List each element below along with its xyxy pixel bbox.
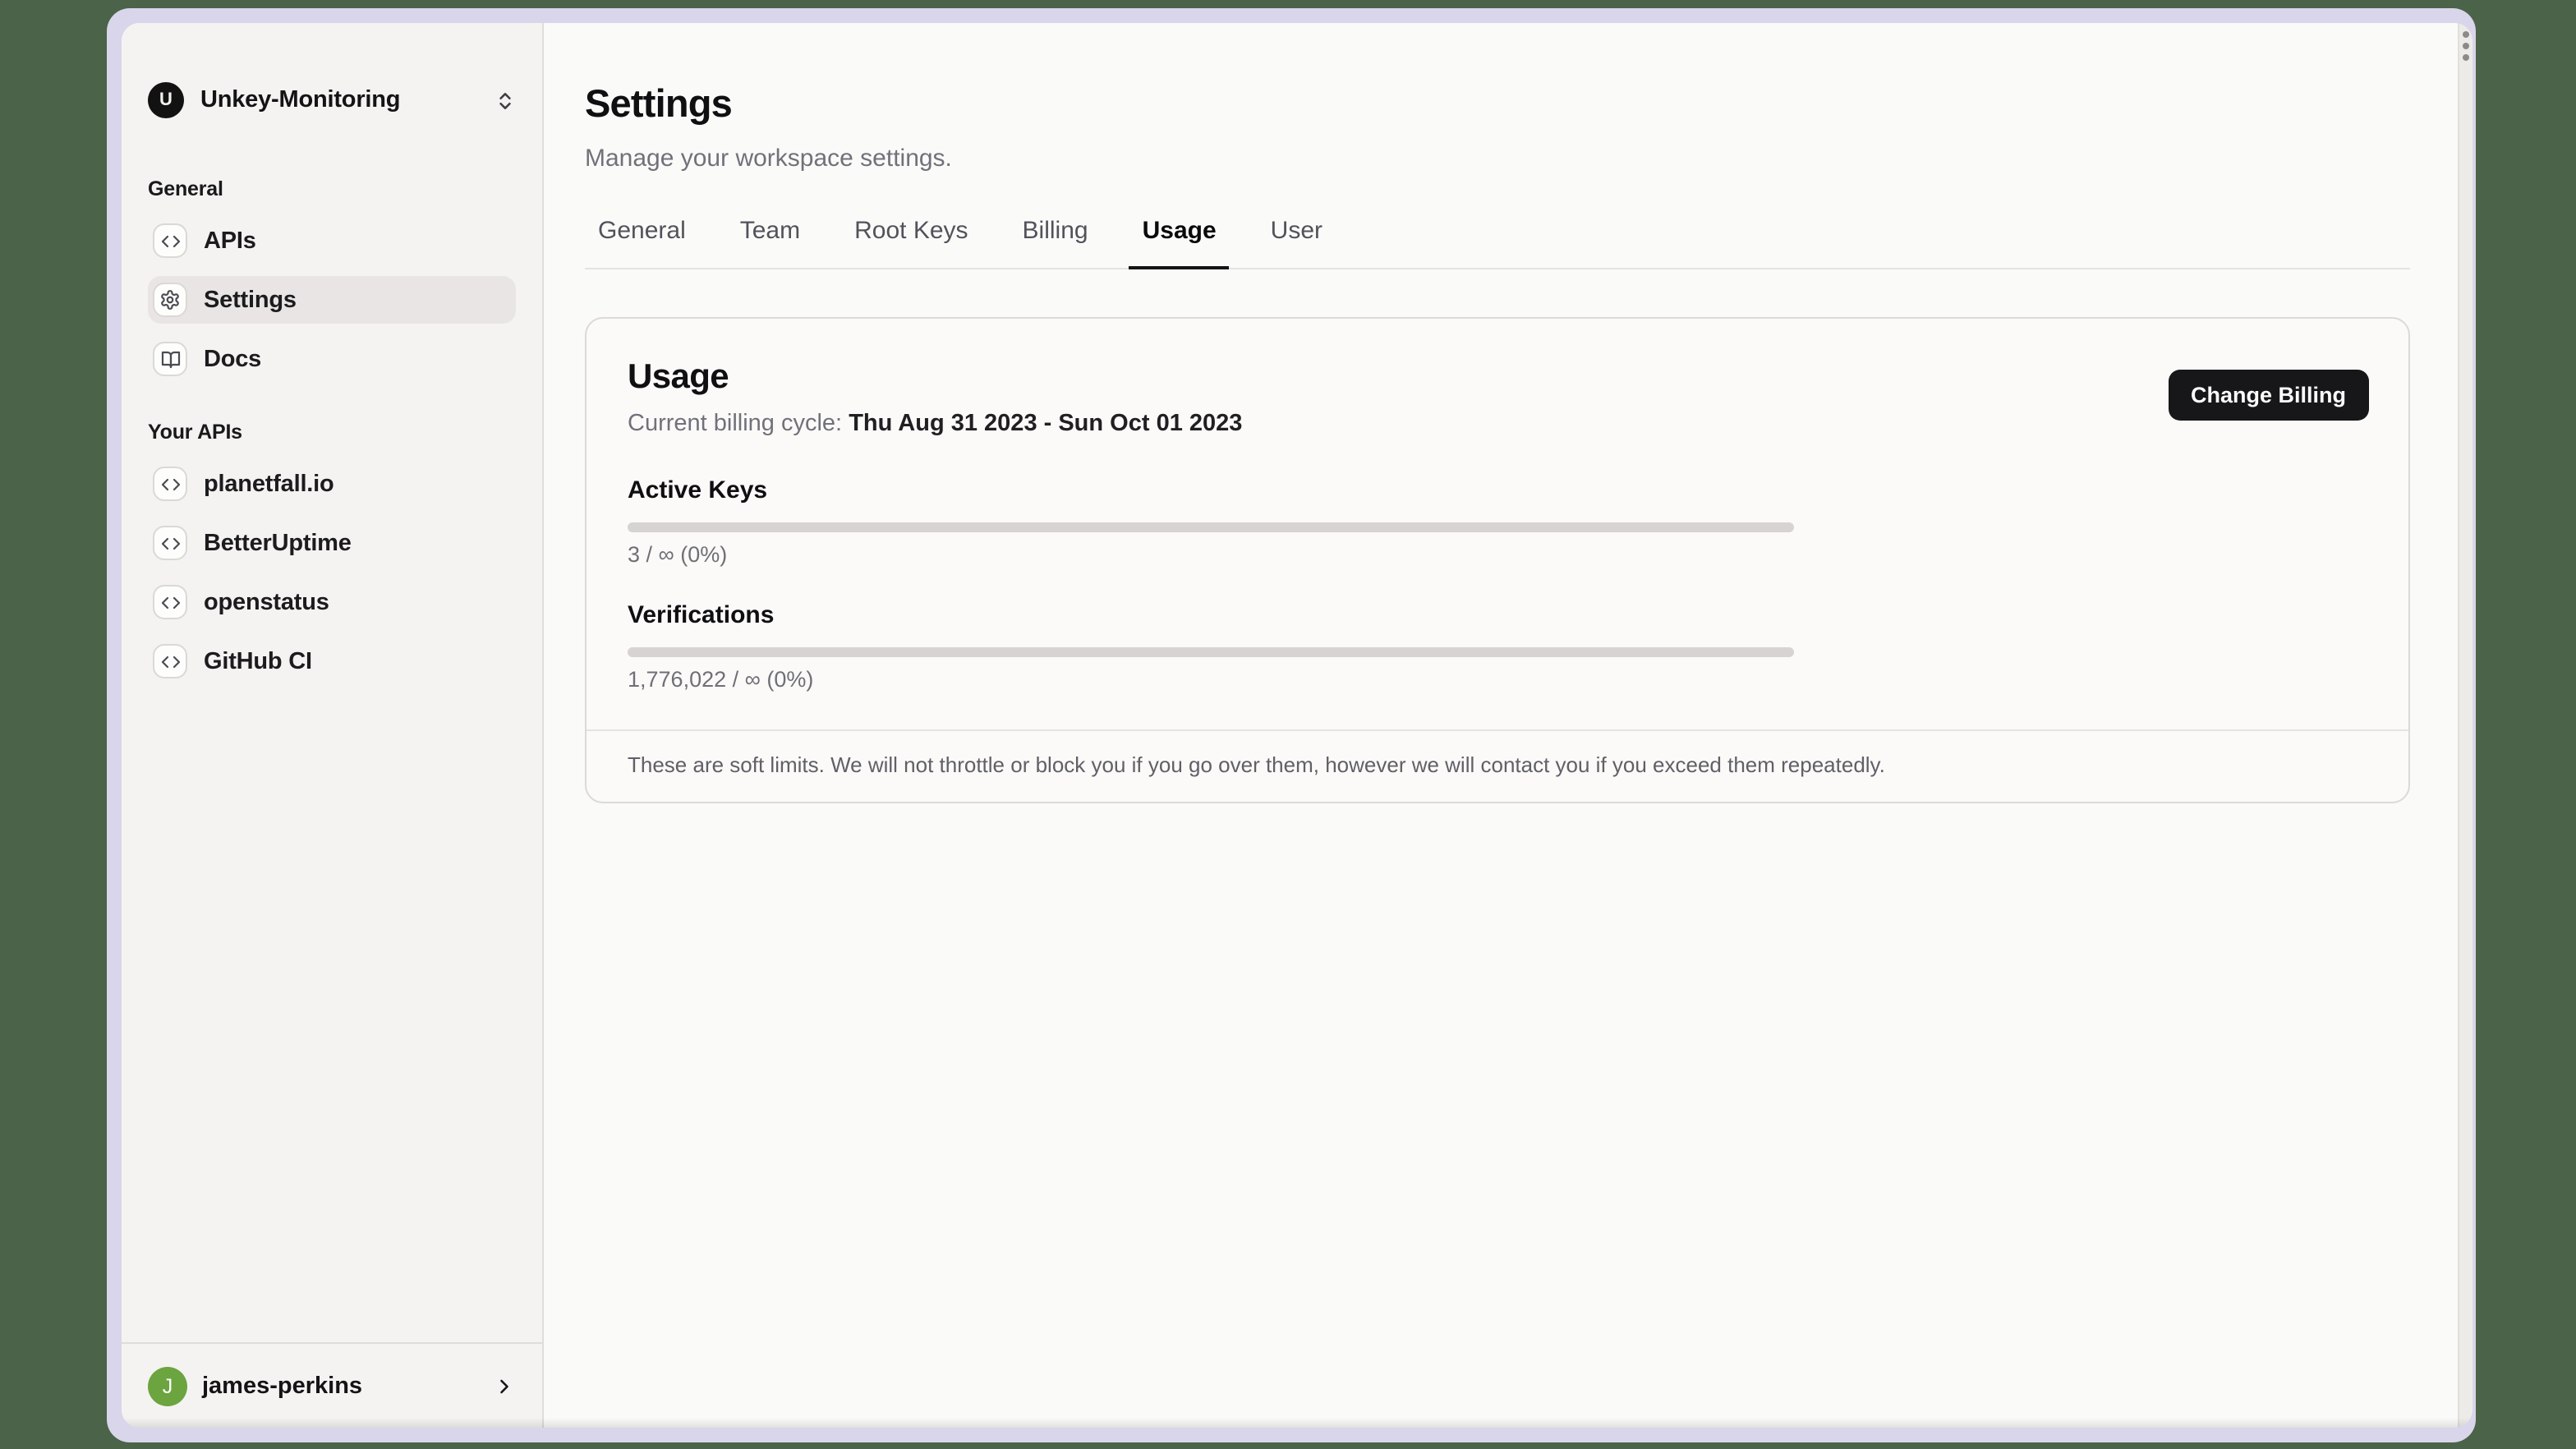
tab-root-keys[interactable]: Root Keys bbox=[841, 217, 981, 268]
sidebar-item-label: APIs bbox=[204, 228, 256, 254]
sidebar-item-apis[interactable]: APIs bbox=[148, 217, 516, 264]
sidebar-item-settings[interactable]: Settings bbox=[148, 276, 516, 324]
chevron-right-icon bbox=[493, 1374, 516, 1397]
dot bbox=[2463, 54, 2469, 61]
dot bbox=[2463, 43, 2469, 49]
change-billing-button[interactable]: Change Billing bbox=[2168, 370, 2369, 421]
usage-card-title: Usage bbox=[628, 358, 2367, 398]
code-icon bbox=[153, 467, 187, 501]
workspace-switcher[interactable]: U Unkey-Monitoring bbox=[148, 77, 516, 123]
progress-bar bbox=[628, 647, 1794, 657]
page-title: Settings bbox=[585, 82, 2410, 126]
metric-value: 1,776,022 / ∞ (0%) bbox=[628, 667, 2367, 692]
sidebar-item-openstatus[interactable]: openstatus bbox=[148, 578, 516, 626]
sidebar-item-github-ci[interactable]: GitHub CI bbox=[148, 637, 516, 685]
tab-billing[interactable]: Billing bbox=[1010, 217, 1102, 268]
billing-cycle: Current billing cycle: Thu Aug 31 2023 -… bbox=[628, 411, 2367, 437]
sidebar-item-docs[interactable]: Docs bbox=[148, 335, 516, 383]
code-icon bbox=[153, 585, 187, 619]
chevrons-up-down-icon bbox=[494, 90, 516, 111]
metric-value: 3 / ∞ (0%) bbox=[628, 542, 2367, 567]
usage-card-header: Usage Current billing cycle: Thu Aug 31 … bbox=[586, 319, 2408, 437]
browser-window-frame: U Unkey-Monitoring General APIs bbox=[107, 8, 2476, 1442]
dot bbox=[2463, 31, 2469, 38]
sidebar-item-label: openstatus bbox=[204, 589, 329, 615]
tab-user[interactable]: User bbox=[1258, 217, 1336, 268]
sidebar-item-betteruptime[interactable]: BetterUptime bbox=[148, 519, 516, 567]
billing-cycle-label: Current billing cycle: bbox=[628, 411, 842, 437]
workspace-logo-letter: U bbox=[159, 90, 172, 110]
usage-metrics: Active Keys 3 / ∞ (0%) Verifications bbox=[586, 476, 2408, 692]
sidebar-section-general: General bbox=[148, 177, 516, 200]
metric-label: Active Keys bbox=[628, 476, 2367, 504]
desktop-background: U Unkey-Monitoring General APIs bbox=[0, 0, 2576, 1449]
user-avatar: J bbox=[148, 1366, 187, 1405]
user-avatar-letter: J bbox=[163, 1374, 173, 1397]
main-content: Settings Manage your workspace settings.… bbox=[544, 23, 2458, 1428]
sidebar: U Unkey-Monitoring General APIs bbox=[122, 23, 544, 1428]
drag-handle-dots[interactable] bbox=[2463, 31, 2469, 61]
page-subtitle: Manage your workspace settings. bbox=[585, 145, 2410, 172]
sidebar-item-label: planetfall.io bbox=[204, 471, 334, 497]
code-icon bbox=[153, 644, 187, 678]
workspace-name: Unkey-Monitoring bbox=[200, 87, 400, 113]
user-name: james-perkins bbox=[202, 1373, 362, 1399]
tab-general[interactable]: General bbox=[585, 217, 699, 268]
user-menu[interactable]: J james-perkins bbox=[122, 1342, 542, 1428]
metric-label: Verifications bbox=[628, 601, 2367, 629]
tab-usage[interactable]: Usage bbox=[1129, 217, 1230, 268]
app-window: U Unkey-Monitoring General APIs bbox=[122, 23, 2472, 1428]
code-icon bbox=[153, 223, 187, 258]
billing-cycle-value: Thu Aug 31 2023 - Sun Oct 01 2023 bbox=[849, 411, 1242, 437]
sidebar-item-planetfall-io[interactable]: planetfall.io bbox=[148, 460, 516, 508]
sidebar-item-label: GitHub CI bbox=[204, 648, 312, 674]
metric-verifications: Verifications 1,776,022 / ∞ (0%) bbox=[628, 601, 2367, 692]
sidebar-item-label: Docs bbox=[204, 346, 261, 372]
code-icon bbox=[153, 526, 187, 560]
tab-team[interactable]: Team bbox=[727, 217, 813, 268]
window-right-gutter bbox=[2458, 23, 2472, 1428]
gear-icon bbox=[153, 283, 187, 317]
sidebar-item-label: Settings bbox=[204, 287, 297, 313]
settings-tabs: General Team Root Keys Billing Usage Use… bbox=[585, 217, 2410, 269]
sidebar-section-your-apis: Your APIs bbox=[148, 421, 516, 444]
book-open-icon bbox=[153, 342, 187, 376]
usage-card-footnote: These are soft limits. We will not throt… bbox=[586, 729, 2408, 802]
sidebar-item-label: BetterUptime bbox=[204, 530, 352, 556]
progress-bar bbox=[628, 522, 1794, 532]
workspace-logo: U bbox=[148, 82, 184, 118]
usage-card: Usage Current billing cycle: Thu Aug 31 … bbox=[585, 317, 2410, 803]
metric-active-keys: Active Keys 3 / ∞ (0%) bbox=[628, 476, 2367, 567]
